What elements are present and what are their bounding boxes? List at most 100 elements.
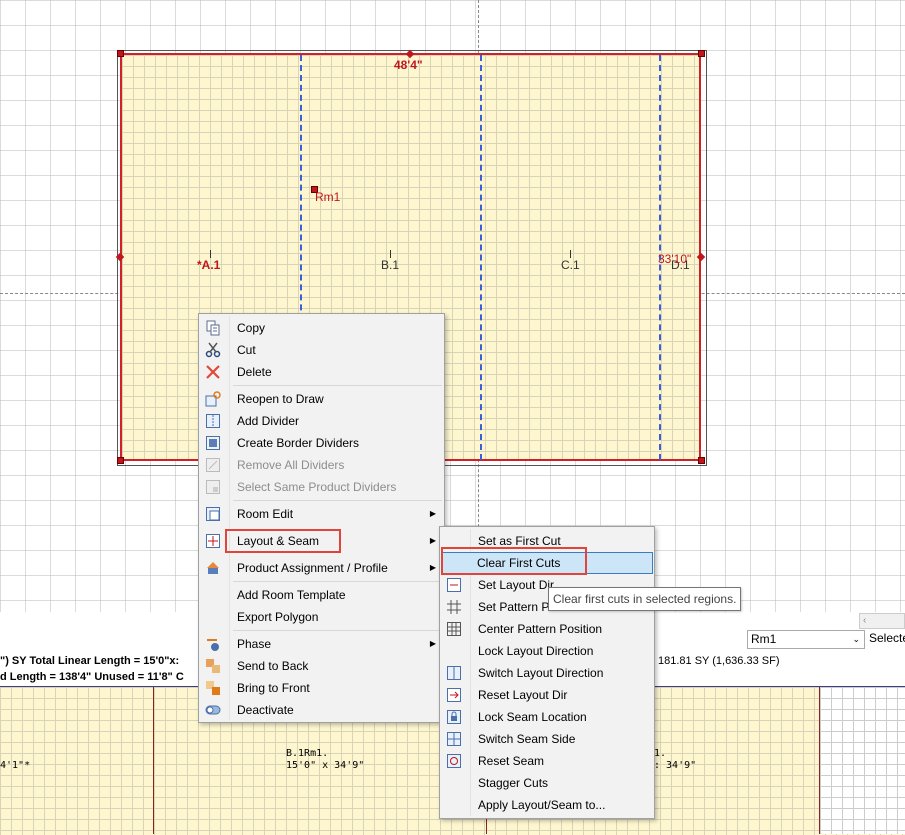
menu-item-label: Product Assignment / Profile [237,561,388,575]
menu-item-stagger-cuts[interactable]: Stagger Cuts [440,772,654,794]
menu-item-label: Set Layout Dir [478,578,555,592]
menu-item-reset-seam[interactable]: Reset Seam [440,750,654,772]
menu-item-product-assignment[interactable]: Product Assignment / Profile ▶ [199,557,444,579]
menu-item-create-border-dividers[interactable]: Create Border Dividers [199,432,444,454]
menu-item-add-divider[interactable]: Add Divider [199,410,444,432]
menu-item-label: Remove All Dividers [237,458,345,472]
menu-item-cut[interactable]: Cut [199,339,444,361]
switch-layout-icon [447,666,461,680]
menu-item-label: Copy [237,321,266,335]
send-back-icon [206,659,220,673]
layout-dir-icon [447,578,461,592]
copy-icon [206,320,220,336]
submenu-arrow-icon: ▶ [429,536,436,545]
menu-item-label: Apply Layout/Seam to... [478,798,606,812]
switch-seam-icon [447,732,461,746]
center-pattern-icon [447,622,461,636]
highlight-box-clear-first-cuts [441,547,587,575]
menu-separator [233,630,442,631]
strip-label-a: 4'1"* [0,760,31,771]
menu-item-label: Add Divider [237,414,300,428]
menu-item-label: Reset Seam [478,754,545,768]
menu-item-copy[interactable]: Copy [199,317,444,339]
region-label-b: B.1 [381,258,400,272]
menu-item-add-room-template[interactable]: Add Room Template [199,584,444,606]
seam-line[interactable] [480,55,482,460]
menu-separator [233,385,442,386]
chevron-down-icon: ⌄ [852,634,860,644]
menu-item-label: Deactivate [237,703,294,717]
status-line-2: d Length = 138'4" Unused = 11'8" C [0,671,184,683]
reset-seam-icon [447,754,461,768]
menu-item-label: Add Room Template [237,588,346,602]
menu-item-label: Set Pattern Po [478,600,557,614]
menu-item-label: Center Pattern Position [478,622,603,636]
menu-item-lock-layout-direction[interactable]: Lock Layout Direction [440,640,654,662]
strip-label-c-name: 1. [654,748,667,759]
menu-item-phase[interactable]: Phase ▶ [199,633,444,655]
corner-handle[interactable] [698,457,705,464]
menu-item-delete[interactable]: Delete [199,361,444,383]
menu-separator [233,500,442,501]
product-assignment-icon [207,562,219,574]
drop-marker [210,250,211,258]
scissors-icon [205,342,221,358]
region-label-c: C.1 [561,258,580,272]
layout-seam-icon [206,534,220,548]
corner-handle[interactable] [117,50,124,57]
menu-item-label: Lock Seam Location [478,710,587,724]
reset-layout-icon [447,688,461,702]
strip-divider [819,687,820,834]
menu-item-lock-seam-location[interactable]: Lock Seam Location [440,706,654,728]
menu-item-label: Export Polygon [237,610,319,624]
menu-item-room-edit[interactable]: Room Edit ▶ [199,503,444,525]
submenu-arrow-icon: ▶ [429,509,436,518]
menu-item-label: Bring to Front [237,681,310,695]
menu-item-label: Cut [237,343,256,357]
menu-item-export-polygon[interactable]: Export Polygon [199,606,444,628]
scroll-left-arrow[interactable]: ‹ [859,613,905,629]
strip-divider [153,687,154,834]
strip-empty-area [820,687,905,834]
submenu-arrow-icon: ▶ [429,639,436,648]
room-edit-icon [206,507,220,521]
remove-dividers-icon [206,458,220,472]
menu-item-bring-to-front[interactable]: Bring to Front [199,677,444,699]
menu-item-select-same-product-dividers[interactable]: Select Same Product Dividers [199,476,444,498]
pattern-icon [447,600,461,614]
room-name-label: Rm1 [315,190,341,204]
drop-marker [390,250,391,258]
menu-item-label: Send to Back [237,659,309,673]
menu-item-reopen-to-draw[interactable]: Reopen to Draw [199,388,444,410]
add-divider-icon [206,414,220,428]
menu-item-apply-layout-seam[interactable]: Apply Layout/Seam to... [440,794,654,816]
corner-handle[interactable] [117,457,124,464]
menu-item-label: Create Border Dividers [237,436,360,450]
menu-item-center-pattern-position[interactable]: Center Pattern Position [440,618,654,640]
drop-marker [570,250,571,258]
submenu-arrow-icon: ▶ [429,563,436,572]
menu-item-label: Lock Layout Direction [478,644,594,658]
room-select-dropdown[interactable]: Rm1 ⌄ [747,630,865,649]
menu-item-deactivate[interactable]: Deactivate [199,699,444,721]
room-select-value: Rm1 [751,632,777,646]
status-line-1: ") SY Total Linear Length = 15'0"x: [0,655,180,667]
reopen-draw-icon [205,391,221,407]
menu-item-switch-layout-direction[interactable]: Switch Layout Direction [440,662,654,684]
corner-handle[interactable] [698,50,705,57]
region-label-a: *A.1 [197,258,221,272]
delete-x-icon [206,365,220,379]
menu-item-label: Phase [237,637,272,651]
dimension-right: 33'10" [658,252,692,266]
menu-item-send-to-back[interactable]: Send to Back [199,655,444,677]
menu-item-reset-layout-dir[interactable]: Reset Layout Dir [440,684,654,706]
select-button-label[interactable]: Selecte [869,631,905,645]
phase-icon [207,639,219,651]
strip-label-b-size: 15'0" x 34'9" [286,760,365,771]
menu-item-remove-all-dividers[interactable]: Remove All Dividers [199,454,444,476]
strip-label-b-name: B.1Rm1. [286,748,329,759]
menu-item-switch-seam-side[interactable]: Switch Seam Side [440,728,654,750]
menu-item-label: Room Edit [237,507,294,521]
lock-seam-icon [447,710,461,724]
strip-label-c-size: : 34'9" [654,760,697,771]
